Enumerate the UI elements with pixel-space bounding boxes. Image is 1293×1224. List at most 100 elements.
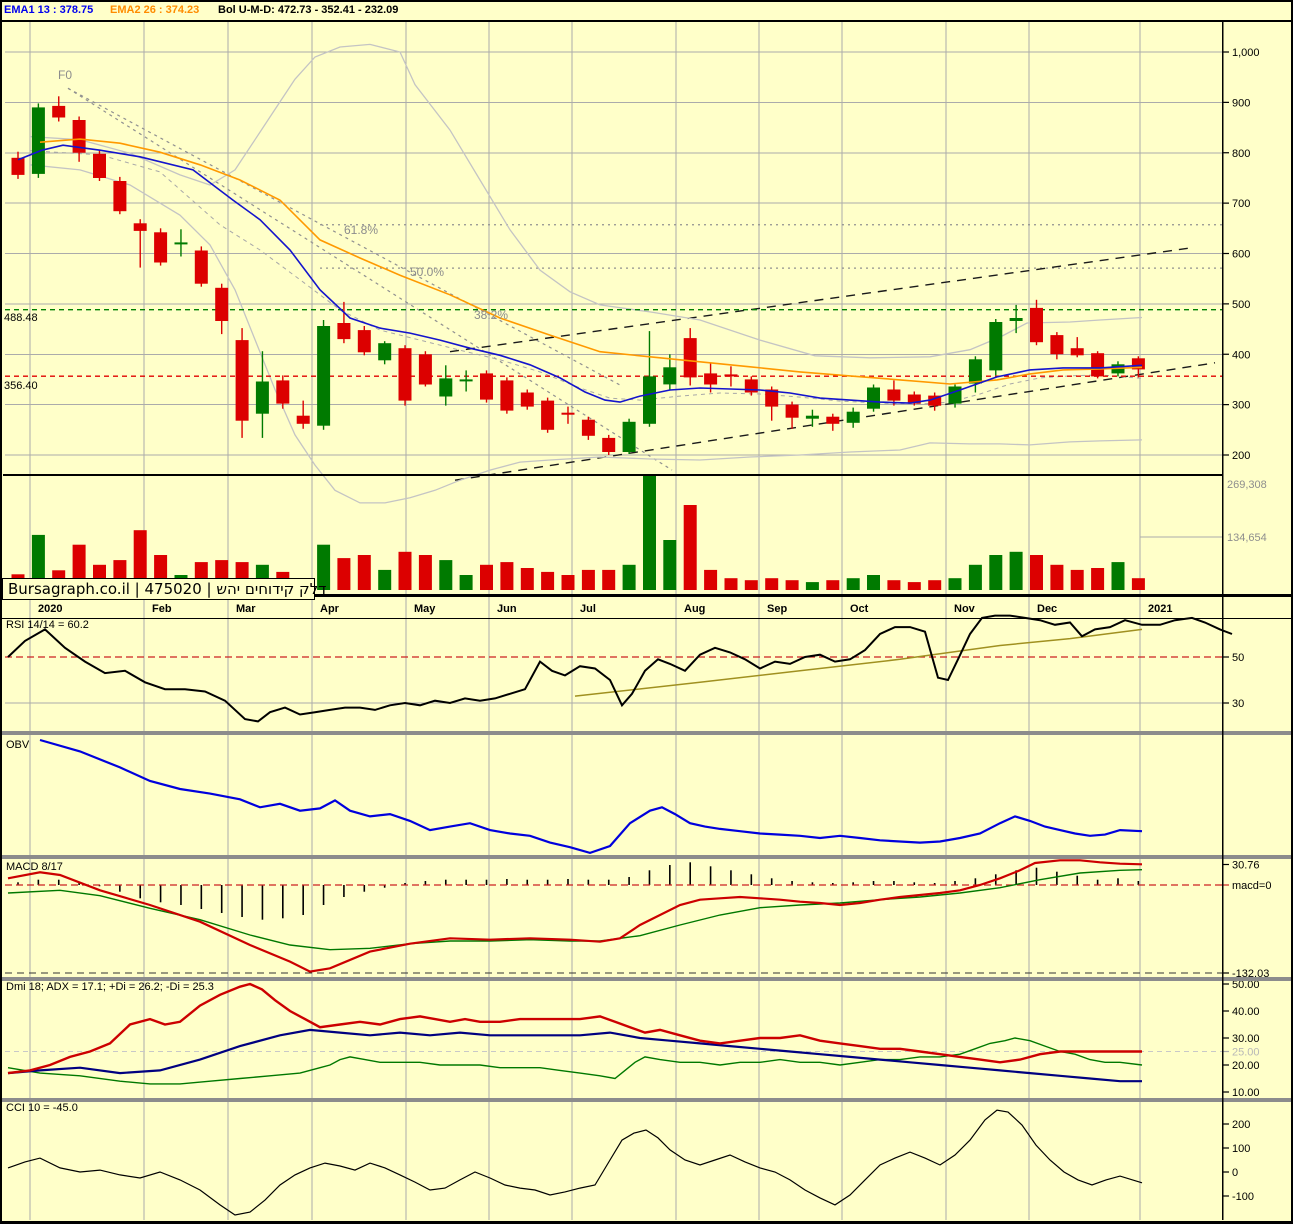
macd-signal-line xyxy=(7,869,1143,951)
cci-axis-label: 0 xyxy=(1232,1167,1238,1179)
price-volume-separator xyxy=(3,474,1222,476)
candle-body xyxy=(459,379,473,382)
volume-bar xyxy=(948,578,962,590)
candle-body xyxy=(174,242,188,245)
candle-body xyxy=(561,412,575,415)
plot-right-wall xyxy=(1222,22,1224,1220)
volume-bar xyxy=(1050,564,1064,590)
volume-bar xyxy=(785,580,799,590)
volume-bar xyxy=(439,560,453,590)
candle-body xyxy=(989,322,1003,371)
dmi-panel: 50.0040.0030.0025.0020.0010.00 xyxy=(5,979,1260,1099)
price-axis-label: 200 xyxy=(1232,450,1250,462)
left-border xyxy=(0,0,2,1224)
candle-body xyxy=(296,415,310,424)
rsi-axis-label: 30 xyxy=(1232,698,1244,710)
volume-bar xyxy=(337,558,351,590)
dmi-axis-label: 10.00 xyxy=(1232,1087,1260,1099)
candle-body xyxy=(968,359,982,384)
fib-fan-line xyxy=(67,87,673,471)
candle-body xyxy=(683,338,697,378)
candle-body xyxy=(867,387,880,409)
month-label: Jun xyxy=(497,603,517,615)
volume-bar xyxy=(378,569,392,590)
candle-body xyxy=(663,367,677,385)
ema2-value-label: EMA2 26 : 374.23 xyxy=(110,4,200,16)
volume-bar xyxy=(398,551,412,590)
support-price-label: 356.40 xyxy=(4,380,38,392)
candle-body xyxy=(11,157,25,175)
candle-body xyxy=(1030,307,1043,343)
bollinger-values-label: Bol U-M-D: 472.73 - 352.41 - 232.09 xyxy=(218,4,399,16)
candle-body xyxy=(622,421,636,452)
candle-body xyxy=(378,343,392,361)
month-label: Apr xyxy=(320,603,340,615)
rsi-trendline xyxy=(574,628,1143,697)
top-border xyxy=(0,0,1293,2)
month-label: Mar xyxy=(236,603,256,615)
chart-canvas[interactable]: 2020 Feb Mar Apr May Jun Jul Aug Sep Oct Nov Dec 202… xyxy=(0,0,1293,1224)
volume-bar xyxy=(480,564,493,590)
cci-axis-label: 100 xyxy=(1232,1143,1250,1155)
price-axis-label: 900 xyxy=(1232,97,1250,109)
panel-separator xyxy=(0,731,1293,735)
candle-body xyxy=(439,378,453,397)
price-axis-label: 700 xyxy=(1232,198,1250,210)
candle-body xyxy=(357,330,371,353)
obv-panel-title: OBV xyxy=(6,739,30,751)
candle-body xyxy=(480,373,493,400)
candle-body xyxy=(113,181,127,212)
bursagraph-chart-window: 2020 Feb Mar Apr May Jun Jul Aug Sep Oct Nov Dec 202… xyxy=(0,0,1293,1224)
candle-body xyxy=(826,416,840,424)
volume-axis-label: 269,308 xyxy=(1227,479,1267,491)
panel-separator xyxy=(0,1098,1293,1102)
price-axis-label: 500 xyxy=(1232,299,1250,311)
price-panel xyxy=(5,43,1222,504)
volume-bar xyxy=(968,564,982,590)
rsi-panel: 50 30 xyxy=(5,614,1244,723)
volume-bar xyxy=(561,575,575,590)
candle-body xyxy=(581,419,595,436)
month-label: Aug xyxy=(684,603,705,615)
volume-bar xyxy=(744,580,758,590)
dmi-axis-label: 20.00 xyxy=(1232,1060,1260,1072)
month-label: Nov xyxy=(954,603,976,615)
volume-bar xyxy=(1070,569,1084,590)
candle-body xyxy=(235,340,249,421)
volume-bar xyxy=(724,578,738,590)
cci-axis-label: 200 xyxy=(1232,1119,1250,1131)
volume-bar xyxy=(704,569,718,590)
dmi-minus-di-line xyxy=(7,982,1142,1075)
volume-bar xyxy=(357,555,371,590)
candle-body xyxy=(1070,348,1084,356)
volume-bar xyxy=(541,571,555,590)
macd-line xyxy=(7,859,1143,973)
candle-body xyxy=(133,223,147,231)
cci-line xyxy=(7,1109,1143,1216)
candle-body xyxy=(337,323,351,340)
volume-bar xyxy=(805,582,819,590)
price-axis-label: 400 xyxy=(1232,349,1250,361)
obv-panel xyxy=(39,738,1143,855)
candle-body xyxy=(93,153,106,178)
month-label: Jul xyxy=(580,603,596,615)
ema1-value-label: EMA1 13 : 378.75 xyxy=(4,4,94,16)
frame-layer xyxy=(0,0,1293,1224)
month-label: Dec xyxy=(1037,603,1057,615)
candle-body xyxy=(52,105,66,118)
axis-bottom-line xyxy=(0,618,1293,619)
panel-separator xyxy=(0,855,1293,859)
bollinger-upper-line xyxy=(29,43,1143,359)
month-label: Oct xyxy=(850,603,869,615)
candle-body xyxy=(887,389,901,401)
volume-bar xyxy=(867,575,880,590)
bollinger-lower-line xyxy=(29,164,1143,504)
candle-body xyxy=(398,348,412,401)
candle-body xyxy=(948,386,962,404)
candle-body xyxy=(805,415,819,419)
volume-bar xyxy=(846,578,860,590)
fib-382-label: 38.2% xyxy=(474,308,509,322)
candle-body xyxy=(1050,335,1064,355)
volume-bar xyxy=(622,564,636,590)
candle-body xyxy=(1091,353,1105,377)
